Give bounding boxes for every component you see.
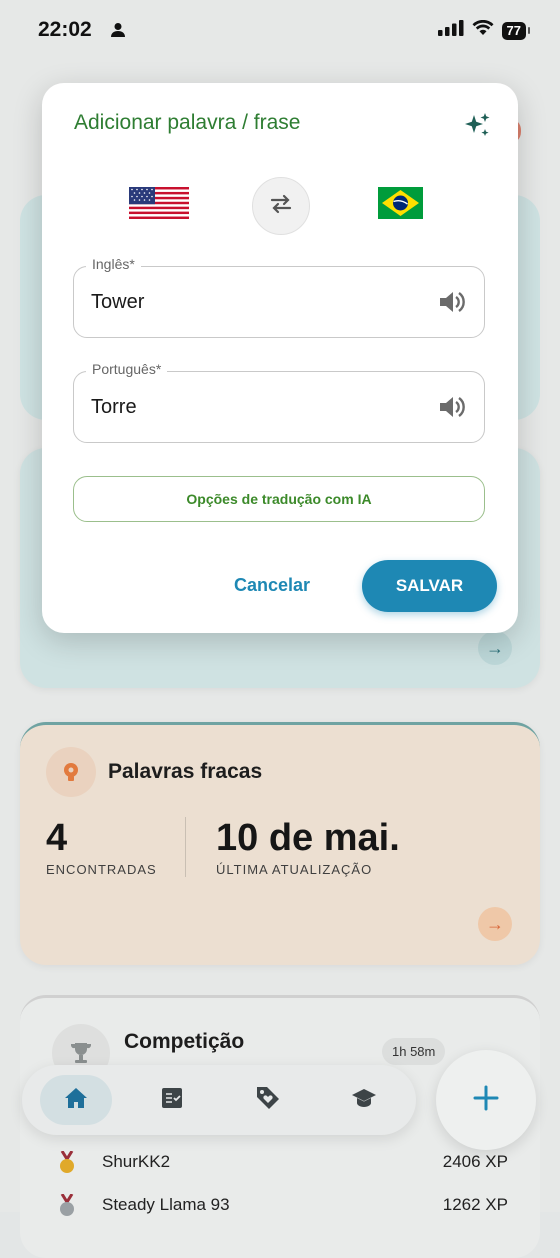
source-word-input[interactable]: Tower <box>91 291 144 314</box>
weak-words-count: 4 <box>46 817 68 859</box>
person-icon <box>110 22 126 43</box>
arrow-right-icon[interactable]: → <box>478 631 512 665</box>
checklist-icon <box>160 1086 184 1115</box>
source-word-label: Inglês* <box>86 256 141 272</box>
ranking-name: Steady Llama 93 <box>102 1195 230 1214</box>
graduation-cap-icon <box>351 1087 377 1114</box>
speaker-icon[interactable] <box>438 289 466 320</box>
swap-arrows-icon <box>268 194 294 219</box>
gold-medal-icon <box>58 1150 76 1173</box>
weak-words-card[interactable]: Palavras fracas 4 ENCONTRADAS 10 de mai.… <box>20 722 540 965</box>
target-word-input[interactable]: Torre <box>91 396 137 419</box>
add-word-dialog: Adicionar palavra / frase Inglês* Tower <box>42 83 518 633</box>
battery-indicator: 77 <box>501 21 531 40</box>
cancel-button[interactable]: Cancelar <box>234 575 310 596</box>
competition-title: Competição <box>124 1030 245 1053</box>
tag-heart-icon <box>255 1085 281 1116</box>
weak-words-title: Palavras fracas <box>108 760 263 783</box>
status-bar: 22:02 77 <box>0 0 560 60</box>
swap-languages-button[interactable] <box>252 177 310 235</box>
ai-translation-options-button[interactable]: Opções de tradução com IA <box>73 476 485 522</box>
last-update-label: ÚLTIMA ATUALIZAÇÃO <box>216 862 373 877</box>
nav-home[interactable] <box>40 1075 112 1125</box>
dialog-title: Adicionar palavra / frase <box>74 111 301 134</box>
last-update-value: 10 de mai. <box>216 817 400 859</box>
ranking-row[interactable]: ShurKK2 2406 XP <box>58 1147 508 1177</box>
weak-words-count-label: ENCONTRADAS <box>46 862 157 877</box>
source-word-field[interactable]: Inglês* Tower <box>73 256 485 338</box>
ranking-row[interactable]: Steady Llama 93 1262 XP <box>58 1190 508 1220</box>
target-word-field[interactable]: Português* Torre <box>73 361 485 443</box>
brazil-flag-icon <box>378 187 423 219</box>
bottom-navigation <box>22 1065 416 1135</box>
nav-review[interactable] <box>136 1075 208 1125</box>
nav-favorites[interactable] <box>232 1075 304 1125</box>
status-time: 22:02 <box>38 18 92 41</box>
plus-icon <box>472 1084 500 1117</box>
ranking-name: ShurKK2 <box>102 1152 171 1171</box>
target-word-label: Português* <box>86 361 168 377</box>
ranking-xp: 2406 XP <box>442 1152 508 1171</box>
stat-divider <box>185 817 186 877</box>
silver-medal-icon <box>58 1193 76 1216</box>
save-button[interactable]: SALVAR <box>362 560 497 612</box>
cellular-signal-icon <box>437 20 464 41</box>
us-flag-icon <box>129 187 189 219</box>
sparkle-icon[interactable] <box>462 111 492 146</box>
home-icon <box>64 1087 88 1114</box>
speaker-icon[interactable] <box>438 394 466 425</box>
status-icons: 77 <box>437 19 531 41</box>
arrow-right-icon[interactable]: → <box>478 907 512 941</box>
brain-icon <box>46 747 96 797</box>
competition-timer: 1h 58m <box>382 1038 446 1065</box>
ranking-xp: 1262 XP <box>442 1195 508 1214</box>
nav-learn[interactable] <box>328 1075 400 1125</box>
add-fab-button[interactable] <box>436 1050 536 1150</box>
wifi-icon <box>472 19 494 41</box>
